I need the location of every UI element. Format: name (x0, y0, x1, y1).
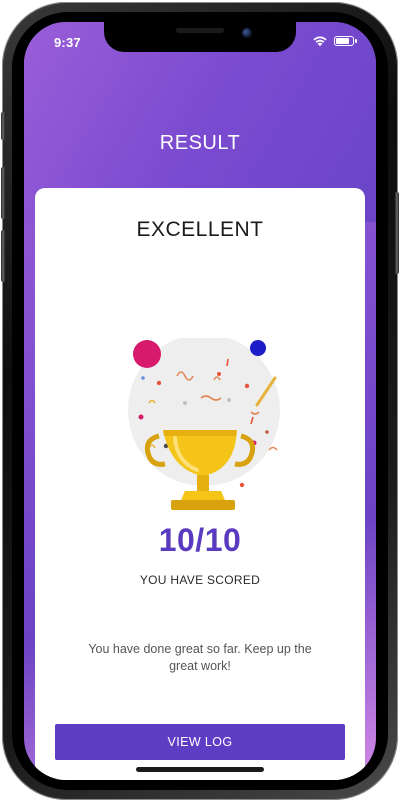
speaker-grille (176, 28, 224, 33)
silent-switch (1, 112, 5, 140)
notch (104, 22, 296, 52)
page-title: RESULT (159, 132, 241, 154)
score-value: 10/10 (158, 522, 242, 558)
score-caption: YOU HAVE SCORED (139, 573, 261, 587)
result-card: EXCELLENT 10/10 YOU HAVE SCORED You have… (35, 188, 365, 780)
status-icons (312, 35, 357, 47)
power-button (395, 192, 399, 274)
result-heading: EXCELLENT (136, 218, 264, 241)
encouragement-message: You have done great so far. Keep up the … (88, 642, 312, 673)
status-time: 9:37 (54, 35, 81, 50)
trophy-icon (128, 338, 280, 510)
battery-icon (334, 36, 357, 46)
volume-down-button (1, 230, 5, 282)
camera-icon (242, 28, 252, 38)
app-screen: 9:37 RESULT EXCELLENT 10/10 YOU HAVE SCO… (24, 22, 376, 780)
home-indicator[interactable] (136, 767, 264, 772)
volume-up-button (1, 167, 5, 219)
wifi-icon (313, 36, 327, 47)
view-log-button[interactable]: VIEW LOG (55, 724, 345, 760)
